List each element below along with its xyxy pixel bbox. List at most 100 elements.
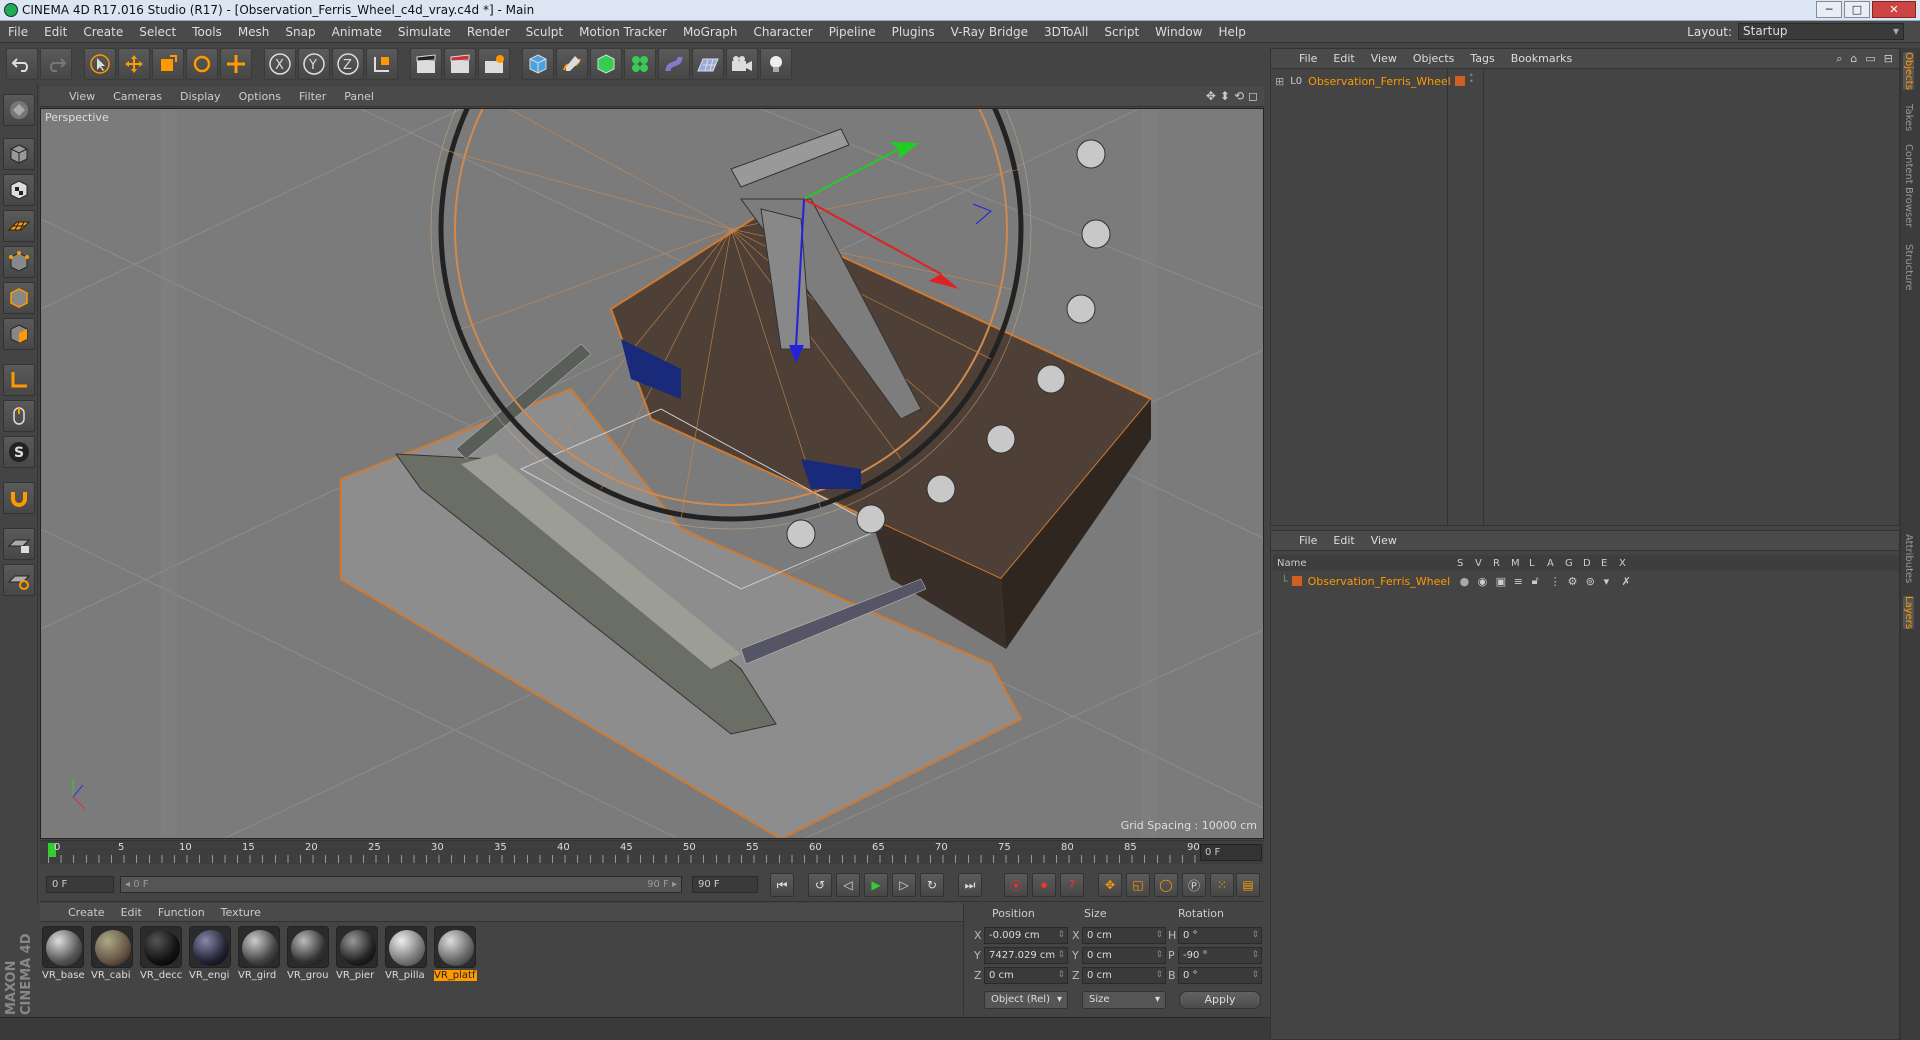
column-a[interactable]: A <box>1547 558 1565 569</box>
magnet-button[interactable] <box>3 482 35 514</box>
go-to-start-button[interactable]: ⏮ <box>770 873 794 897</box>
column-v[interactable]: V <box>1475 558 1493 569</box>
menu-snap[interactable]: Snap <box>277 25 323 39</box>
render-to-picture-viewer-button[interactable] <box>444 48 476 80</box>
pen-spline-button[interactable] <box>556 48 588 80</box>
viewport-menu-cameras[interactable]: Cameras <box>104 90 171 103</box>
menu-plugins[interactable]: Plugins <box>884 25 943 39</box>
planar-workplane-button[interactable] <box>3 564 35 596</box>
menu-3dtoall[interactable]: 3DToAll <box>1036 25 1096 39</box>
menu-window[interactable]: Window <box>1147 25 1210 39</box>
column-e[interactable]: E <box>1601 558 1619 569</box>
deformer-icon[interactable]: ⊚ <box>1586 575 1604 588</box>
locked-workplane-button[interactable] <box>3 528 35 560</box>
objects-menu-bookmarks[interactable]: Bookmarks <box>1503 52 1580 65</box>
scale-tool-button[interactable] <box>152 48 184 80</box>
record-position-button[interactable]: ✥ <box>1098 873 1122 897</box>
layer-color-tag[interactable] <box>1455 76 1465 86</box>
layers-menu-view[interactable]: View <box>1363 534 1405 547</box>
record-parameter-button[interactable]: Ⓟ <box>1182 873 1206 897</box>
material-swatch[interactable]: VR_gird <box>238 926 281 986</box>
redo-button[interactable] <box>40 48 72 80</box>
layout-dropdown[interactable]: Startup <box>1738 23 1904 40</box>
deformer-button[interactable] <box>658 48 690 80</box>
expression-icon[interactable]: ▾ <box>1604 575 1622 588</box>
rotate-tool-button[interactable] <box>186 48 218 80</box>
menu-help[interactable]: Help <box>1210 25 1253 39</box>
rotation-h-field[interactable]: 0 ° <box>1178 927 1262 944</box>
menu-file[interactable]: File <box>0 25 36 39</box>
viewport-menu-display[interactable]: Display <box>171 90 230 103</box>
tweak-mode-button[interactable] <box>3 400 35 432</box>
viewport-menu-view[interactable]: View <box>60 90 104 103</box>
size-y-field[interactable]: 0 cm <box>1082 947 1166 964</box>
floor-button[interactable] <box>692 48 724 80</box>
column-m[interactable]: M <box>1511 558 1529 569</box>
menu-mograph[interactable]: MoGraph <box>675 25 746 39</box>
search-icon[interactable]: ⌕ <box>1836 52 1842 66</box>
material-swatch-selected[interactable]: VR_platf <box>434 926 477 986</box>
column-l[interactable]: L <box>1529 558 1547 569</box>
tab-structure[interactable]: Structure <box>1903 244 1914 291</box>
visibility-dots-icon[interactable]: • • <box>1469 72 1474 86</box>
objects-menu-objects[interactable]: Objects <box>1405 52 1463 65</box>
timeline-ruler[interactable]: 0 5 10 15 20 25 30 35 40 45 50 55 60 65 … <box>40 840 1264 864</box>
animation-icon[interactable]: ⋮ <box>1550 575 1568 588</box>
menu-sculpt[interactable]: Sculpt <box>518 25 571 39</box>
close-button[interactable]: ✕ <box>1872 1 1916 18</box>
tab-layers[interactable]: Layers <box>1903 596 1914 630</box>
size-z-field[interactable]: 0 cm <box>1082 967 1166 984</box>
home-icon[interactable]: ⌂ <box>1850 52 1857 66</box>
play-button[interactable]: ▶ <box>864 873 888 897</box>
viewport-dolly-icon[interactable]: ⬍ <box>1220 89 1230 103</box>
material-swatch[interactable]: VR_pilla <box>385 926 428 986</box>
minimize-button[interactable]: ─ <box>1816 1 1842 18</box>
make-editable-button[interactable] <box>3 94 35 126</box>
model-mode-button[interactable] <box>3 138 35 170</box>
viewport-pan-icon[interactable]: ✥ <box>1206 89 1216 103</box>
panel-menu-icon[interactable]: ⊟ <box>1884 52 1893 66</box>
menu-mesh[interactable]: Mesh <box>230 25 278 39</box>
coordinate-system-button[interactable] <box>366 48 398 80</box>
menu-render[interactable]: Render <box>459 25 518 39</box>
manager-icon[interactable]: ≡ <box>1514 575 1532 588</box>
material-swatch[interactable]: VR_cabi <box>91 926 134 986</box>
render-settings-button[interactable] <box>478 48 510 80</box>
end-frame-field[interactable]: 90 F <box>692 876 758 893</box>
z-axis-button[interactable]: Z <box>332 48 364 80</box>
keyframe-selection-button[interactable]: ? <box>1060 873 1084 897</box>
position-x-field[interactable]: -0.009 cm <box>984 927 1068 944</box>
column-d[interactable]: D <box>1583 558 1601 569</box>
column-r[interactable]: R <box>1493 558 1511 569</box>
record-point-level-button[interactable]: ⁙ <box>1210 873 1234 897</box>
render-icon[interactable]: ▣ <box>1496 575 1514 588</box>
live-selection-button[interactable] <box>84 48 116 80</box>
y-axis-button[interactable]: Y <box>298 48 330 80</box>
record-rotation-button[interactable]: ◯ <box>1154 873 1178 897</box>
size-x-field[interactable]: 0 cm <box>1082 927 1166 944</box>
menu-select[interactable]: Select <box>131 25 184 39</box>
objects-menu-edit[interactable]: Edit <box>1325 52 1362 65</box>
lock-icon[interactable]: 🔓︎ <box>1532 574 1550 588</box>
rotation-b-field[interactable]: 0 ° <box>1178 967 1262 984</box>
menu-create[interactable]: Create <box>75 25 131 39</box>
viewport-orbit-icon[interactable]: ⟲ <box>1234 89 1244 103</box>
edges-mode-button[interactable] <box>3 282 35 314</box>
tab-objects[interactable]: Objects <box>1903 52 1914 90</box>
tab-content-browser[interactable]: Content Browser <box>1903 144 1914 227</box>
previous-frame-button[interactable]: ◁ <box>836 873 860 897</box>
object-row[interactable]: ⊞ L0 Observation_Ferris_Wheel <box>1275 73 1451 89</box>
viewport-menu-filter[interactable]: Filter <box>290 90 335 103</box>
objects-menu-tags[interactable]: Tags <box>1462 52 1502 65</box>
current-frame-field[interactable]: 0 F <box>1200 844 1262 861</box>
generator-icon[interactable]: ⚙︎ <box>1568 575 1586 588</box>
go-to-end-button[interactable]: ⏭ <box>958 873 982 897</box>
viewport-maximize-icon[interactable]: ◻ <box>1248 89 1258 103</box>
layer-row[interactable]: └ Observation_Ferris_Wheel ● ◉ ▣ ≡ 🔓︎ ⋮ … <box>1273 573 1899 589</box>
timeline-window-button[interactable]: ▤ <box>1236 873 1260 897</box>
material-swatch[interactable]: VR_pier <box>336 926 379 986</box>
solo-icon[interactable]: ● <box>1460 575 1478 588</box>
layers-menu-edit[interactable]: Edit <box>1325 534 1362 547</box>
subdivision-surface-button[interactable] <box>590 48 622 80</box>
viewport-menu-options[interactable]: Options <box>230 90 290 103</box>
